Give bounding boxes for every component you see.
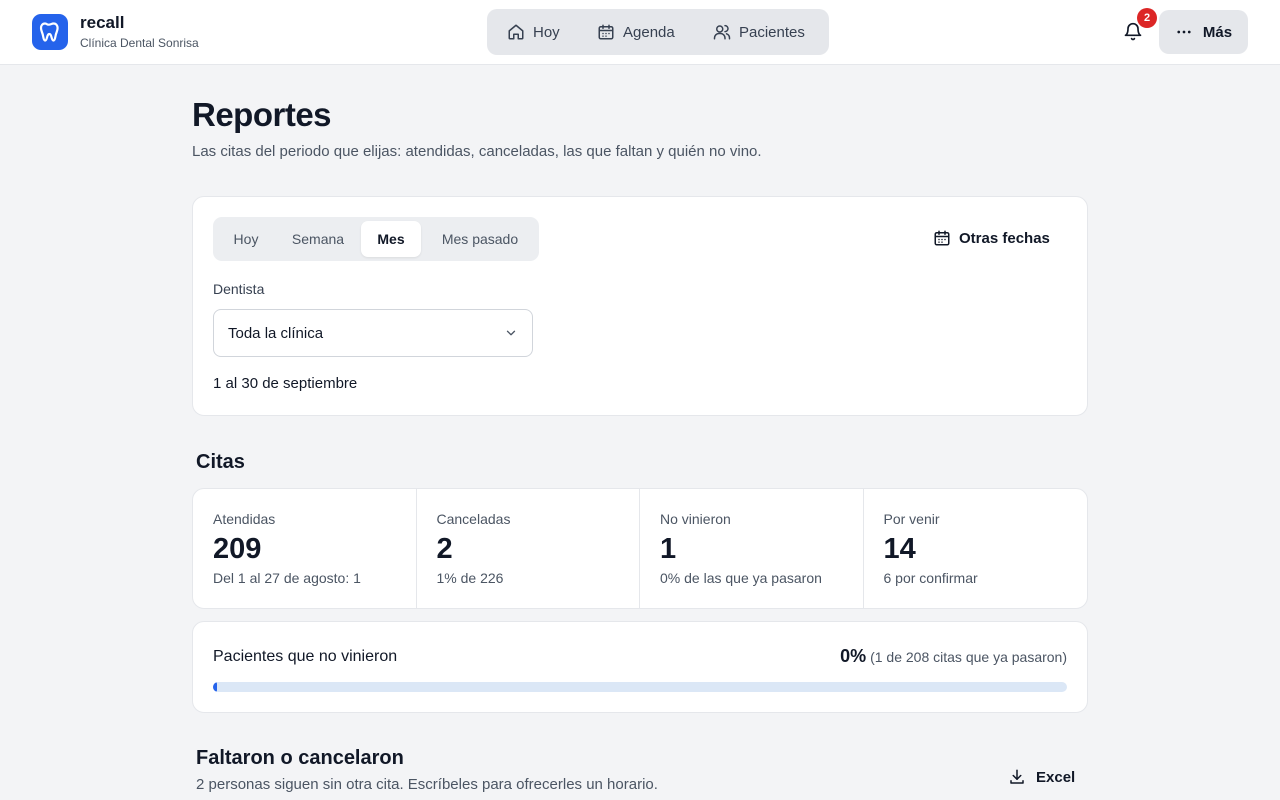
notifications-badge: 2 xyxy=(1137,8,1157,28)
period-hoy[interactable]: Hoy xyxy=(217,221,275,257)
more-horizontal-icon xyxy=(1177,30,1191,34)
stat-note: 1% de 226 xyxy=(436,570,504,586)
stat-label: Canceladas xyxy=(436,511,511,527)
export-excel-label: Excel xyxy=(1036,768,1076,786)
period-selector: Hoy Semana Mes Mes pasado xyxy=(213,217,539,261)
stat-value: 2 xyxy=(436,533,453,565)
other-dates-label: Otras fechas xyxy=(959,229,1050,247)
stat-canceladas: Canceladas 2 1% de 226 xyxy=(417,489,640,608)
stat-value: 209 xyxy=(213,533,262,565)
nav-item-pacientes[interactable]: Pacientes xyxy=(713,9,805,55)
nav-item-label: Agenda xyxy=(623,23,675,41)
clinic-name: Clínica Dental Sonrisa xyxy=(80,36,199,50)
no-show-card: Pacientes que no vinieron 0% (1 de 208 c… xyxy=(192,621,1088,713)
date-range-text: 1 al 30 de septiembre xyxy=(213,375,358,392)
period-mes[interactable]: Mes xyxy=(361,221,421,257)
dentist-select-value: Toda la clínica xyxy=(228,324,324,342)
download-icon xyxy=(1010,769,1024,784)
main-nav: Hoy Agenda Pacientes xyxy=(487,9,829,55)
stat-label: Atendidas xyxy=(213,511,276,527)
other-dates-button[interactable]: Otras fechas xyxy=(933,223,1050,253)
stat-por-venir: Por venir 14 6 por confirmar xyxy=(864,489,1088,608)
stat-no-vinieron: No vinieron 1 0% de las que ya pasaron xyxy=(640,489,864,608)
nav-item-label: Pacientes xyxy=(739,23,805,41)
stat-note: 6 por confirmar xyxy=(883,570,978,586)
citas-section-title: Citas xyxy=(196,451,245,473)
more-button-label: Más xyxy=(1202,23,1233,41)
calendar-icon xyxy=(934,230,950,246)
stat-note: Del 1 al 27 de agosto: 1 xyxy=(213,570,361,586)
no-show-label: Pacientes que no vinieron xyxy=(213,648,398,665)
stat-atendidas: Atendidas 209 Del 1 al 27 de agosto: 1 xyxy=(193,489,417,608)
stat-note: 0% de las que ya pasaron xyxy=(660,570,822,586)
tooth-logo-icon[interactable] xyxy=(32,14,68,50)
missed-section-title: Faltaron o cancelaron xyxy=(196,747,404,769)
stat-label: No vinieron xyxy=(660,511,731,527)
nav-item-agenda[interactable]: Agenda xyxy=(597,9,675,55)
export-excel-button[interactable]: Excel xyxy=(1000,762,1083,792)
dentist-select[interactable]: Toda la clínica xyxy=(213,309,533,357)
stat-value: 1 xyxy=(660,533,677,565)
dentist-label: Dentista xyxy=(213,281,265,297)
users-icon xyxy=(713,24,731,40)
top-bar: recall Clínica Dental Sonrisa Hoy Agenda… xyxy=(0,0,1280,65)
no-show-progress-fill xyxy=(213,682,218,692)
chevron-down-icon xyxy=(506,330,516,336)
filters-card: Hoy Semana Mes Mes pasado Otras fechas D… xyxy=(192,196,1088,416)
stat-label: Por venir xyxy=(883,511,940,527)
nav-item-hoy[interactable]: Hoy xyxy=(507,9,560,55)
page-title: Reportes xyxy=(192,96,332,133)
more-button[interactable]: Más xyxy=(1159,10,1248,54)
no-show-progress-track xyxy=(213,682,1067,692)
period-semana[interactable]: Semana xyxy=(279,221,357,257)
home-icon xyxy=(508,24,524,40)
page-subtitle: Las citas del periodo que elijas: atendi… xyxy=(192,143,762,160)
stat-value: 14 xyxy=(883,533,916,565)
missed-section-subtitle: 2 personas siguen sin otra cita. Escríbe… xyxy=(196,776,658,793)
calendar-icon xyxy=(598,24,614,40)
brand-name: recall xyxy=(80,13,125,32)
period-mes-pasado[interactable]: Mes pasado xyxy=(425,221,535,257)
no-show-detail: (1 de 208 citas que ya pasaron) xyxy=(870,649,1067,665)
citas-stats-card: Atendidas 209 Del 1 al 27 de agosto: 1 C… xyxy=(192,488,1088,609)
nav-item-label: Hoy xyxy=(533,23,560,41)
no-show-percent: 0% xyxy=(840,646,867,666)
no-show-summary: 0% (1 de 208 citas que ya pasaron) xyxy=(840,646,1067,667)
